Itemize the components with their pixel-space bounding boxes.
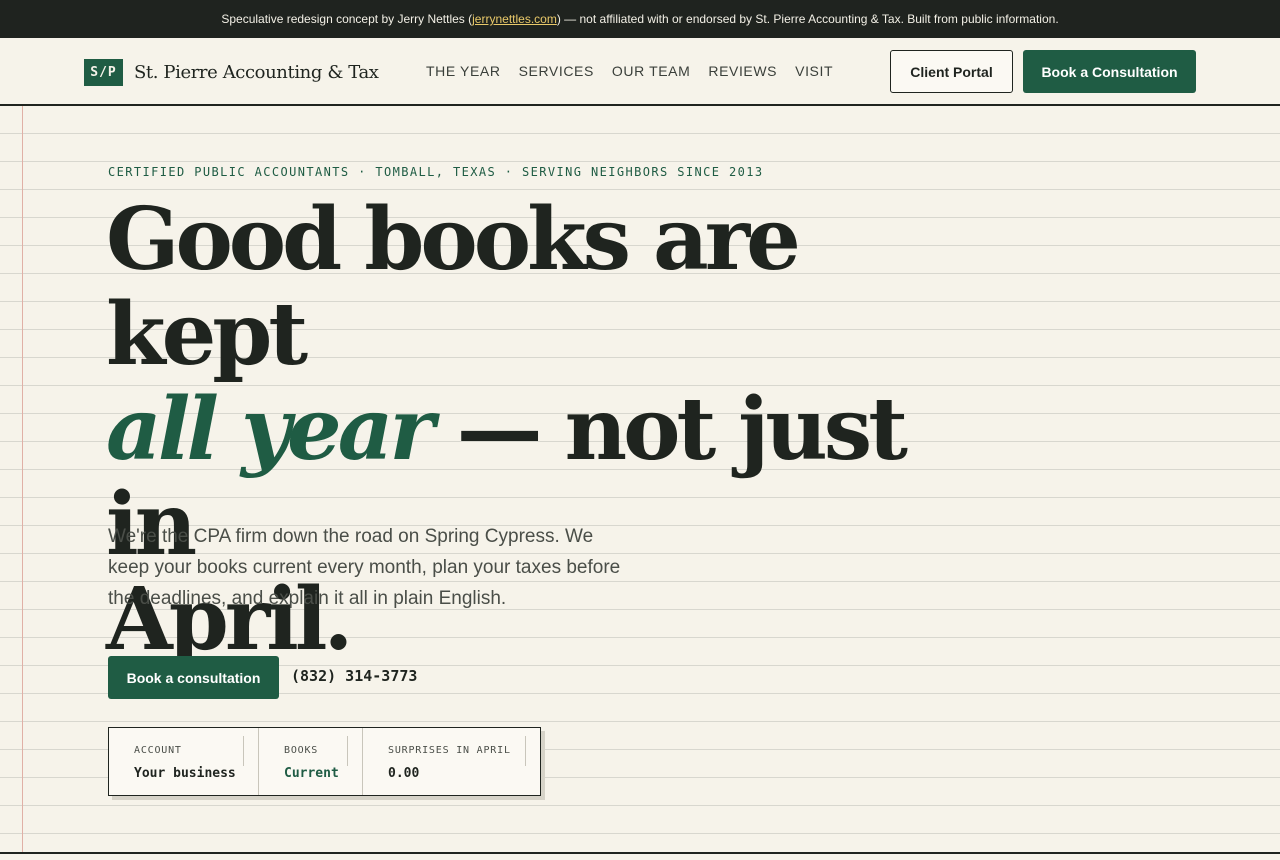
ledger-cell-account: ACCOUNT Your business	[109, 728, 259, 795]
banner-prefix: Speculative redesign concept by Jerry Ne…	[221, 12, 473, 26]
margin-line	[22, 106, 23, 852]
section-divider	[0, 852, 1280, 854]
logo[interactable]: S/P St. Pierre Accounting & Tax	[84, 59, 379, 86]
book-consultation-cta[interactable]: Book a consultation	[108, 656, 279, 699]
ledger-label: BOOKS	[284, 745, 319, 756]
ledger-cell-surprises: SURPRISES IN APRIL 0.00	[363, 728, 540, 795]
nav-item-our-team[interactable]: OUR TEAM	[612, 63, 690, 79]
main-nav: THE YEAR SERVICES OUR TEAM REVIEWS VISIT	[426, 63, 833, 79]
phone-number[interactable]: (832) 314-3773	[291, 667, 417, 685]
ledger-label: SURPRISES IN APRIL	[388, 745, 511, 756]
ledger-cell-books: BOOKS Current	[259, 728, 363, 795]
headline-accent: all year	[106, 379, 435, 480]
hero-eyebrow: CERTIFIED PUBLIC ACCOUNTANTS · TOMBALL, …	[108, 165, 764, 179]
client-portal-button[interactable]: Client Portal	[890, 50, 1013, 93]
ledger-divider	[347, 736, 348, 766]
book-consultation-button[interactable]: Book a Consultation	[1023, 50, 1196, 93]
headline-line-1: Good books are kept	[106, 189, 801, 385]
ledger-value: 0.00	[388, 766, 420, 781]
logo-mark: S/P	[84, 59, 123, 86]
hero-intro: We're the CPA firm down the road on Spri…	[108, 526, 621, 609]
banner-suffix: ) — not affiliated with or endorsed by S…	[556, 12, 1059, 26]
ledger-card: ACCOUNT Your business BOOKS Current SURP…	[108, 727, 541, 796]
ledger-divider	[525, 736, 526, 766]
nav-item-visit[interactable]: VISIT	[795, 63, 833, 79]
ledger-label: ACCOUNT	[134, 745, 182, 756]
nav-item-the-year[interactable]: THE YEAR	[426, 63, 501, 79]
nav-item-reviews[interactable]: REVIEWS	[708, 63, 777, 79]
ledger-divider	[243, 736, 244, 766]
site-header: S/P St. Pierre Accounting & Tax THE YEAR…	[0, 38, 1280, 106]
ledger-value: Current	[284, 766, 339, 781]
nav-item-services[interactable]: SERVICES	[519, 63, 594, 79]
banner-link[interactable]: jerrynettles.com	[472, 12, 557, 26]
ledger-value: Your business	[134, 766, 236, 781]
logo-name: St. Pierre Accounting & Tax	[134, 62, 379, 83]
disclaimer-banner: Speculative redesign concept by Jerry Ne…	[0, 0, 1280, 38]
